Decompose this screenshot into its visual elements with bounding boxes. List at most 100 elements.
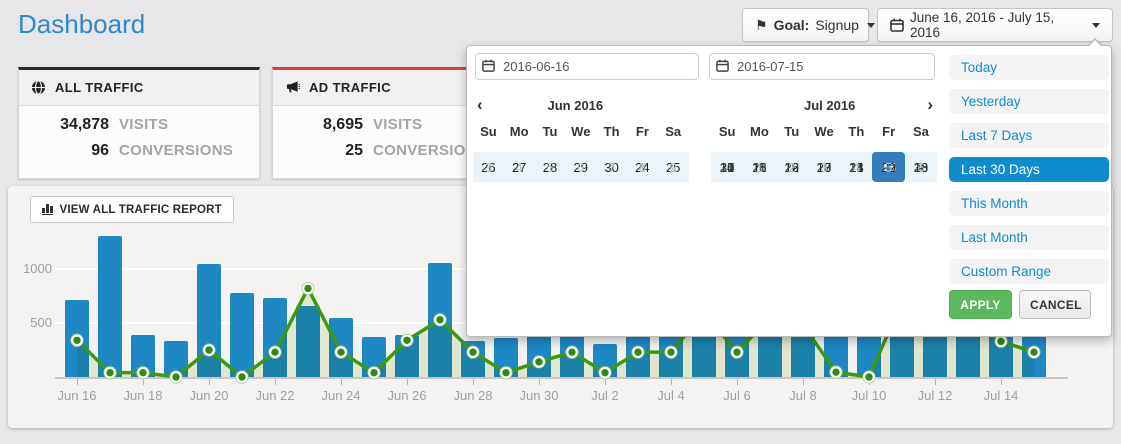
card-title: ALL TRAFFIC xyxy=(55,80,144,95)
weekday-label: Sa xyxy=(905,120,937,142)
weekday-label: Mo xyxy=(743,120,775,142)
range-option-yesterday[interactable]: Yesterday xyxy=(949,89,1109,114)
chart-bar xyxy=(164,341,188,377)
left-calendar-header: ‹ Jun 2016 xyxy=(473,94,689,116)
dashboard-page: Dashboard ⚑ Goal: Signup June 16, 2016 -… xyxy=(0,0,1121,444)
x-axis-label: Jun 24 xyxy=(309,388,373,403)
chart-bar xyxy=(197,264,221,377)
chart-bar xyxy=(461,341,485,377)
x-axis-label: Jun 28 xyxy=(441,388,505,403)
x-axis-tick xyxy=(407,379,408,385)
weekday-label: Tu xyxy=(535,120,566,142)
x-axis-line xyxy=(55,377,1068,379)
calendar-day[interactable]: 6 xyxy=(565,152,596,182)
range-option-today[interactable]: Today xyxy=(949,55,1109,80)
weekday-label: We xyxy=(808,120,840,142)
chart-bar xyxy=(296,306,320,377)
chart-bar xyxy=(329,318,353,377)
range-option-last-30-days[interactable]: Last 30 Days xyxy=(949,157,1109,182)
x-axis-label: Jul 2 xyxy=(573,388,637,403)
x-axis-tick xyxy=(1001,379,1002,385)
calendar-day[interactable]: 7 xyxy=(596,152,627,182)
bar-chart-icon xyxy=(42,204,53,215)
caret-down-icon xyxy=(867,23,875,28)
page-title: Dashboard xyxy=(18,9,145,40)
x-axis-tick xyxy=(473,379,474,385)
daterangepicker-popup: ‹ Jun 2016 Jul 2016 › SuMoTuWeThFrSa SuM… xyxy=(466,45,1112,337)
weekday-label: Tu xyxy=(776,120,808,142)
x-axis-tick xyxy=(209,379,210,385)
chart-bar xyxy=(593,344,617,377)
chart-bar xyxy=(98,236,122,377)
range-option-last-7-days[interactable]: Last 7 Days xyxy=(949,123,1109,148)
stat-row: 34,878 VISITS xyxy=(19,116,259,134)
calendar-day[interactable]: 2 xyxy=(776,152,808,182)
calendar-icon xyxy=(716,59,729,72)
calendar-day[interactable]: 5 xyxy=(535,152,566,182)
conversions-value: 96 xyxy=(31,142,109,160)
range-option-custom-range[interactable]: Custom Range xyxy=(949,259,1109,284)
goal-value: Signup xyxy=(815,17,859,33)
calendar-day[interactable]: 4 xyxy=(504,152,535,182)
conversions-label: CONVERSIONS xyxy=(119,142,233,159)
x-axis-label: Jun 20 xyxy=(177,388,241,403)
globe-icon xyxy=(31,80,46,95)
next-month-button[interactable]: › xyxy=(923,95,937,115)
calendar-icon xyxy=(482,59,495,72)
calendar-day[interactable]: 9 xyxy=(658,152,689,182)
weekday-label: Fr xyxy=(627,120,658,142)
card-title: AD TRAFFIC xyxy=(309,80,391,95)
weekday-label: Th xyxy=(840,120,872,142)
calendar-day[interactable]: 3 xyxy=(808,152,840,182)
visits-label: VISITS xyxy=(119,116,168,133)
start-date-field xyxy=(475,53,699,80)
chart-bar xyxy=(494,338,518,377)
x-axis-tick xyxy=(143,379,144,385)
calendar-day[interactable]: 5 xyxy=(872,152,904,182)
prev-month-button[interactable]: ‹ xyxy=(473,95,487,115)
visits-label: VISITS xyxy=(373,116,422,133)
x-axis-label: Jun 22 xyxy=(243,388,307,403)
end-date-input[interactable] xyxy=(709,53,935,80)
calendar-day[interactable]: 3 xyxy=(473,152,504,182)
y-axis-label: 1000 xyxy=(12,261,52,276)
x-axis-tick xyxy=(605,379,606,385)
chart-bar xyxy=(395,335,419,377)
right-calendar-header: Jul 2016 › xyxy=(711,94,937,116)
start-date-input[interactable] xyxy=(475,53,699,80)
caret-down-icon xyxy=(1092,23,1100,28)
apply-button[interactable]: APPLY xyxy=(949,290,1012,319)
x-axis-label: Jul 8 xyxy=(771,388,835,403)
x-axis-label: Jun 30 xyxy=(507,388,571,403)
chart-bar xyxy=(131,335,155,377)
visits-value: 8,695 xyxy=(285,116,363,134)
x-axis-tick xyxy=(77,379,78,385)
date-range-button[interactable]: June 16, 2016 - July 15, 2016 xyxy=(877,8,1113,42)
x-axis-tick xyxy=(539,379,540,385)
x-axis-label: Jun 26 xyxy=(375,388,439,403)
calendar-day[interactable]: 1 xyxy=(743,152,775,182)
view-report-label: VIEW ALL TRAFFIC REPORT xyxy=(60,204,222,216)
month-label: Jun 2016 xyxy=(487,98,664,113)
range-option-this-month[interactable]: This Month xyxy=(949,191,1109,216)
month-label: Jul 2016 xyxy=(736,98,923,113)
chart-bar xyxy=(65,300,89,377)
x-axis-label: Jul 4 xyxy=(639,388,703,403)
calendar-day[interactable]: 4 xyxy=(840,152,872,182)
cancel-button[interactable]: CANCEL xyxy=(1019,290,1091,319)
x-axis-tick xyxy=(671,379,672,385)
x-axis-tick xyxy=(935,379,936,385)
goal-selector-button[interactable]: ⚑ Goal: Signup xyxy=(742,8,869,42)
view-all-traffic-report-button[interactable]: VIEW ALL TRAFFIC REPORT xyxy=(30,196,234,223)
all-traffic-card: ALL TRAFFIC 34,878 VISITS 96 CONVERSIONS xyxy=(18,67,260,179)
calendar-day[interactable]: 6 xyxy=(905,152,937,182)
calendar-week-row: 31123456 xyxy=(711,152,937,182)
range-option-last-month[interactable]: Last Month xyxy=(949,225,1109,250)
calendar-day[interactable]: 31 xyxy=(711,152,743,182)
weekday-label: Mo xyxy=(504,120,535,142)
conversions-value: 25 xyxy=(285,142,363,160)
x-axis-label: Jun 18 xyxy=(111,388,175,403)
chart-bar xyxy=(362,337,386,377)
calendar-day[interactable]: 8 xyxy=(627,152,658,182)
y-axis-label: 500 xyxy=(12,315,52,330)
